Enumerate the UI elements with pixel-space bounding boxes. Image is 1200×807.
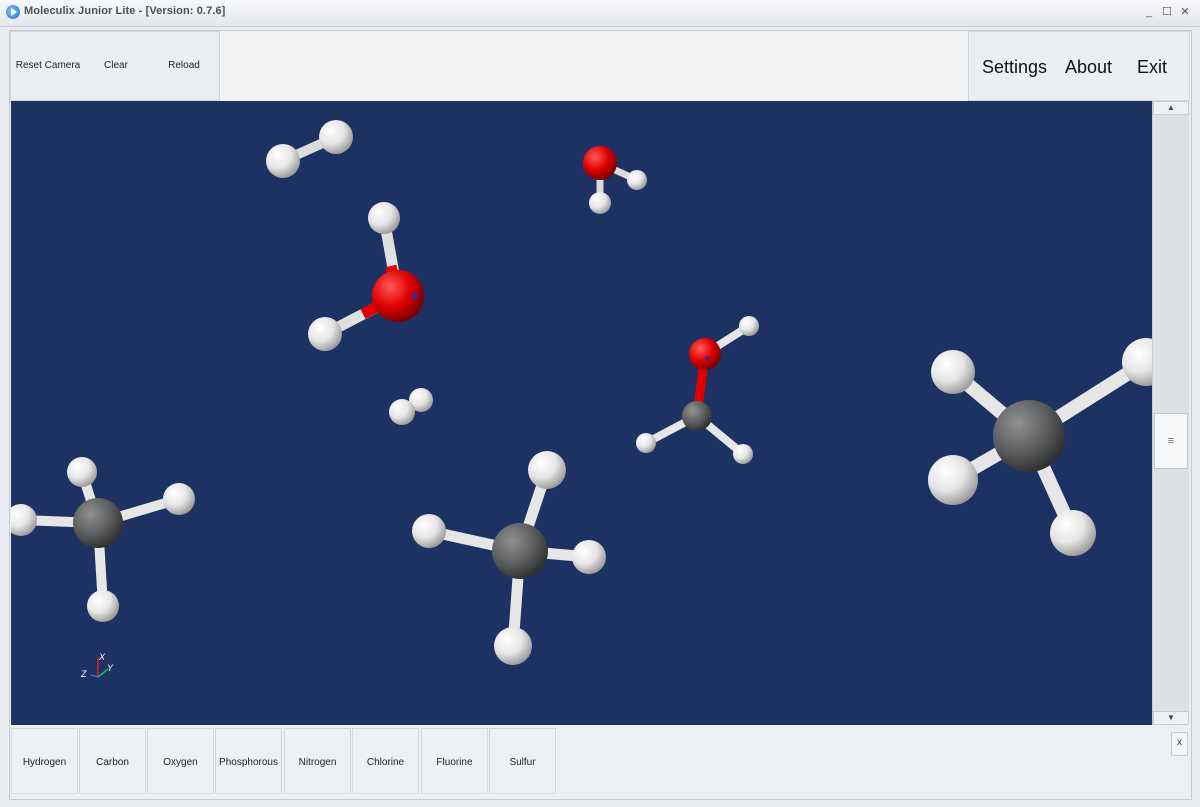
methane-molecule-center[interactable] — [412, 451, 606, 665]
close-window-button[interactable]: ✕ — [1176, 3, 1194, 21]
element-carbon-button[interactable]: Carbon — [79, 728, 146, 794]
minimize-button[interactable]: _ — [1140, 3, 1158, 21]
about-button[interactable]: About — [1065, 32, 1112, 100]
app-logo-icon — [6, 5, 20, 19]
reload-button[interactable]: Reload — [159, 32, 209, 100]
water-molecule-small[interactable] — [583, 146, 647, 214]
methane-molecule-left[interactable] — [11, 457, 195, 622]
scroll-down-button[interactable]: ▼ — [1153, 711, 1189, 725]
window-title: Moleculix Junior Lite - [Version: 0.7.6] — [24, 5, 226, 17]
settings-button[interactable]: Settings — [982, 32, 1047, 100]
viewport-scrollbar[interactable]: ▲ ≡ ▼ — [1152, 101, 1189, 725]
camera-tool-group: Reset Camera Clear Reload — [10, 31, 220, 101]
palette-close-button[interactable]: x — [1171, 732, 1188, 756]
axis-z-label: Z — [80, 669, 87, 679]
scroll-up-button[interactable]: ▲ — [1153, 101, 1189, 115]
element-phosphorous-button[interactable]: Phosphorous — [215, 728, 282, 794]
element-hydrogen-button[interactable]: Hydrogen — [11, 728, 78, 794]
element-palette: Hydrogen Carbon Oxygen Phosphorous Nitro… — [11, 726, 1189, 796]
water-molecule-large[interactable] — [308, 202, 424, 351]
axis-y-label: Y — [107, 663, 114, 673]
molecule-viewport[interactable]: X Y Z — [11, 101, 1152, 725]
element-oxygen-button[interactable]: Oxygen — [147, 728, 214, 794]
menu-group: Settings About Exit — [968, 31, 1190, 101]
maximize-button[interactable]: ☐ — [1158, 3, 1176, 21]
hydrogen-molecule-small[interactable] — [389, 388, 433, 425]
scroll-thumb[interactable]: ≡ — [1154, 413, 1188, 469]
methane-molecule-right[interactable] — [928, 338, 1152, 556]
toolbar: Reset Camera Clear Reload Settings About… — [10, 31, 1190, 101]
title-bar: Moleculix Junior Lite - [Version: 0.7.6]… — [0, 0, 1200, 27]
molecule-scene[interactable]: X Y Z — [11, 101, 1152, 725]
reset-camera-button[interactable]: Reset Camera — [13, 32, 83, 100]
element-sulfur-button[interactable]: Sulfur — [489, 728, 556, 794]
axis-x-label: X — [98, 652, 106, 662]
hydrogen-molecule[interactable] — [266, 120, 353, 178]
element-nitrogen-button[interactable]: Nitrogen — [284, 728, 351, 794]
axis-triad: X Y Z — [80, 652, 114, 679]
exit-button[interactable]: Exit — [1137, 32, 1167, 100]
element-chlorine-button[interactable]: Chlorine — [352, 728, 419, 794]
element-fluorine-button[interactable]: Fluorine — [421, 728, 488, 794]
clear-button[interactable]: Clear — [91, 32, 141, 100]
methanol-molecule[interactable] — [636, 316, 759, 464]
